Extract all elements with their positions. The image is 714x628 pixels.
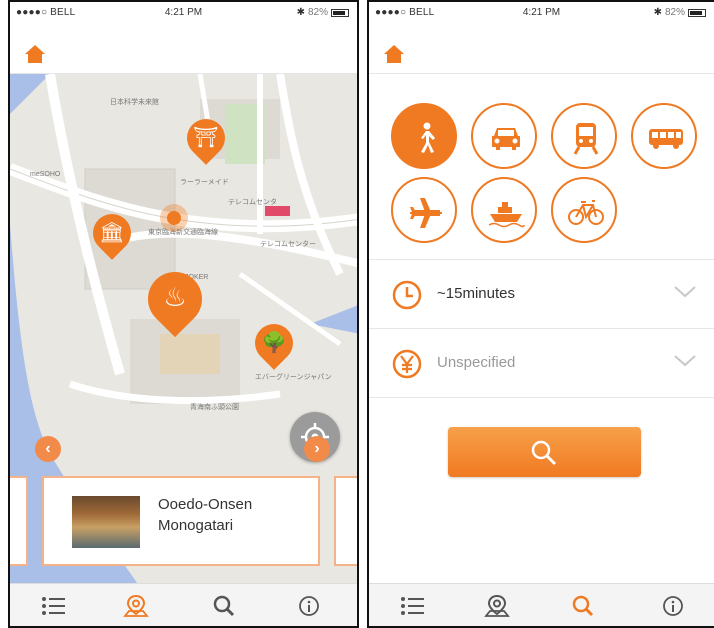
- bluetooth-icon: ✱: [296, 7, 305, 18]
- train-mode-button[interactable]: [551, 103, 617, 169]
- tab-bar: [369, 583, 714, 626]
- walk-icon: [421, 122, 435, 153]
- ship-mode-button[interactable]: [471, 177, 537, 243]
- list-icon[interactable]: [399, 594, 427, 618]
- previous-spot-card[interactable]: [10, 476, 28, 566]
- next-spot-card[interactable]: [334, 476, 357, 566]
- list-icon[interactable]: [40, 594, 68, 618]
- info-icon[interactable]: [295, 594, 323, 618]
- tab-bar: [10, 583, 357, 626]
- car-mode-button[interactable]: [471, 103, 537, 169]
- price-filter-row[interactable]: Unspecified: [369, 330, 714, 398]
- clock-icon: [392, 280, 422, 310]
- battery-icon: [688, 8, 706, 17]
- spot-title-line1: Ooedo-Onsen: [158, 496, 253, 513]
- prev-arrow-button[interactable]: ‹: [35, 436, 61, 462]
- transport-mode-picker: [369, 75, 714, 260]
- chevron-down-icon: [674, 355, 696, 367]
- park-pin-icon[interactable]: 🌳: [247, 316, 301, 374]
- ship-icon: [488, 202, 525, 228]
- spot-title: Ooedo-Onsen Monogatari: [158, 494, 308, 536]
- chevron-down-icon: [674, 286, 696, 298]
- search-icon[interactable]: [210, 594, 238, 618]
- search-button[interactable]: [448, 427, 641, 477]
- info-icon[interactable]: [659, 594, 687, 618]
- map-screen: ●●●●○ BELL 4:21 PM ✱ 82% 日本科学未来館 ラーラーメイド…: [8, 0, 359, 628]
- home-icon[interactable]: [383, 44, 405, 64]
- bus-icon: [649, 129, 683, 149]
- battery-indicator: ✱ 82%: [297, 7, 349, 18]
- bicycle-icon: [568, 200, 604, 225]
- search-icon: [531, 440, 557, 466]
- battery-percent: 82%: [664, 7, 685, 18]
- nav-bar: [369, 24, 714, 74]
- home-icon[interactable]: [24, 44, 46, 64]
- museum-pin-icon[interactable]: 🏛: [85, 206, 139, 264]
- bluetooth-icon: ✱: [653, 7, 662, 18]
- time-filter-label: ~15minutes: [437, 285, 515, 302]
- battery-indicator: ✱ 82%: [654, 7, 706, 18]
- svg-text:青海南ふ頭公園: 青海南ふ頭公園: [190, 402, 239, 411]
- map-view[interactable]: 日本科学未来館 ラーラーメイド テレコムセンタ テレコムセンター 東京臨海新交通…: [10, 74, 357, 587]
- svg-text:ラーラーメイド: ラーラーメイド: [180, 178, 229, 186]
- svg-text:テレコムセンタ: テレコムセンタ: [228, 197, 277, 206]
- search-screen: ●●●●○ BELL 4:21 PM ✱ 82% ~15minutes Unsp…: [367, 0, 714, 628]
- spot-card[interactable]: Ooedo-Onsen Monogatari: [42, 476, 320, 566]
- current-location-dot: [160, 204, 188, 232]
- battery-icon: [331, 8, 349, 17]
- spot-title-line2: Monogatari: [158, 517, 234, 534]
- next-arrow-button[interactable]: ›: [304, 436, 330, 462]
- map-pin-icon[interactable]: [483, 594, 511, 618]
- plane-mode-button[interactable]: [391, 177, 457, 243]
- status-bar: ●●●●○ BELL 4:21 PM ✱ 82%: [10, 2, 357, 24]
- yen-icon: [392, 349, 422, 379]
- status-bar: ●●●●○ BELL 4:21 PM ✱ 82%: [369, 2, 714, 24]
- bus-mode-button[interactable]: [631, 103, 697, 169]
- map-pin-icon[interactable]: [122, 594, 150, 618]
- train-icon: [573, 123, 599, 155]
- svg-text:テレコムセンター: テレコムセンター: [260, 239, 316, 248]
- spot-photo: [72, 496, 140, 548]
- svg-text:日本科学未来館: 日本科学未来館: [110, 97, 159, 106]
- onsen-pin-icon[interactable]: ♨: [136, 260, 214, 342]
- walk-mode-button[interactable]: [391, 103, 457, 169]
- bicycle-mode-button[interactable]: [551, 177, 617, 243]
- nav-bar: [10, 24, 357, 74]
- plane-icon: [410, 198, 442, 228]
- search-icon[interactable]: [569, 594, 597, 618]
- screenshot-stage: ●●●●○ BELL 4:21 PM ✱ 82% 日本科学未来館 ラーラーメイド…: [0, 0, 714, 628]
- car-icon: [492, 128, 520, 150]
- time-filter-row[interactable]: ~15minutes: [369, 261, 714, 329]
- spot-card-carousel[interactable]: Ooedo-Onsen Monogatari: [10, 476, 357, 570]
- battery-percent: 82%: [307, 7, 328, 18]
- temple-pin-icon[interactable]: ⛩: [179, 111, 233, 169]
- svg-text:meSOHO: meSOHO: [30, 171, 61, 178]
- price-filter-label: Unspecified: [437, 354, 516, 371]
